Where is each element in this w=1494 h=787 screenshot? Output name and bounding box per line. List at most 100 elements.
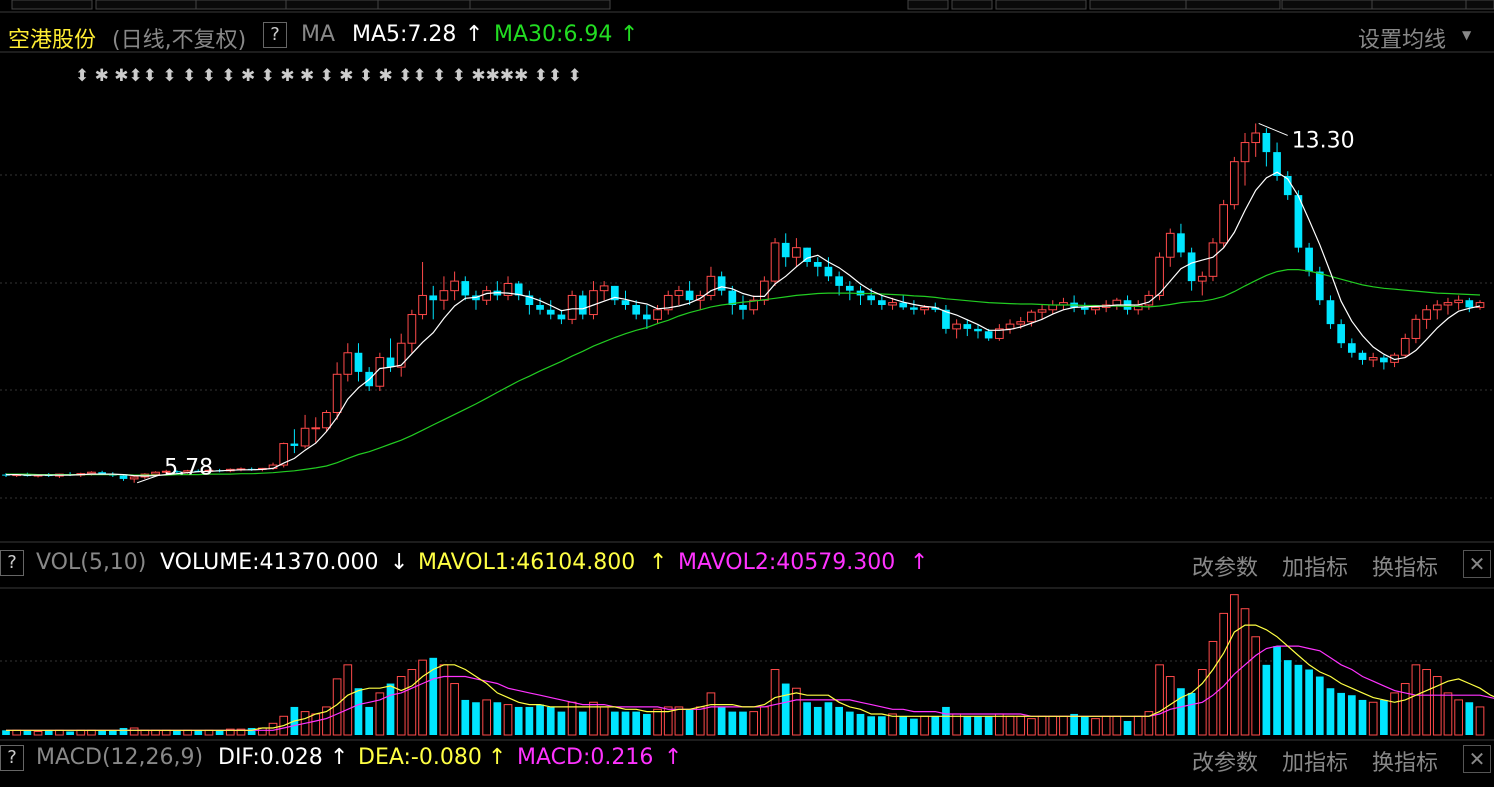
candle-body-down [632,305,641,315]
volume-bar-down [1283,660,1292,735]
volume-bar-up [706,692,716,736]
volume-bar-down [536,704,544,735]
volume-bar-down [910,718,918,735]
min-price-label: 5.78 [164,456,213,481]
candle-body-down [621,300,630,305]
volume-bar-up [1251,636,1261,736]
volume-bar-down [461,699,470,735]
candle-body-up [1016,321,1026,325]
volume-bar-up [33,730,43,736]
volume-bar-down [1305,669,1313,735]
chart-canvas[interactable]: ⬍ ✱ ✱⬍⬍ ⬍ ⬍ ⬍ ⬍ ✱ ⬍ ✱ ✱ ⬍ ✱ ⬍ ✱ ⬍⬍ ⬍ ⬍ ✱… [0,0,1494,787]
volume-bar-down [963,716,972,735]
volume-bar-up [1059,715,1068,736]
top-tab [951,0,993,10]
candle-body-down [717,276,726,291]
candle-body-down [963,324,972,329]
volume-bar-down [824,702,833,735]
candle-body-up [1400,337,1410,356]
volume-bar-up [418,659,427,736]
volume-bar-up [674,706,684,736]
candle-body-up [396,342,406,368]
volume-bar-down [942,706,950,735]
volume-bar-up [888,713,897,736]
volume-bar-down [878,716,886,735]
volume-bar-up [1027,718,1036,736]
volume-bar-up [161,729,171,736]
candle-body-up [1229,161,1239,206]
candle-body-down [1187,252,1196,282]
volume-bar-up [1411,664,1421,736]
volume-bar-down [1123,720,1132,735]
top-tab [195,0,287,10]
candle-body-up [300,427,310,447]
candle-body-up [450,280,459,292]
candle-body-up [1037,309,1047,313]
candle-body-down [643,314,651,320]
volume-bar-down [546,706,555,735]
volume-bar-down [472,702,480,735]
volume-bar-up [396,676,406,736]
volume-bar-down [557,711,566,735]
volume-bar-down [717,706,726,735]
top-tab [1281,0,1373,10]
volume-bar-down [2,730,10,735]
candle-body-up [888,302,897,306]
volume-bar-up [1454,699,1463,736]
volume-bar-down [493,702,502,735]
volume-bar-down [1326,688,1335,735]
candle-body-down [119,475,128,479]
candle-body-down [781,242,790,258]
volume-bar-down [621,711,630,735]
candle-body-up [1197,275,1207,282]
volume-bar-up [770,669,780,736]
volume-bar-down [215,730,224,735]
volume-bar-down [845,711,854,735]
volume-bar-up [183,729,192,736]
volume-bar-up [204,729,214,736]
candle-body-up [1368,357,1378,361]
candle-body-down [1337,324,1345,344]
candle-body-down [536,305,544,310]
volume-bar-up [1240,608,1250,736]
candle-body-up [599,285,609,292]
volume-bar-down [98,730,106,735]
volume-bar-up [952,713,961,736]
candle-body-down [386,357,395,368]
volume-bar-down [1380,699,1388,735]
candle-body-down [1080,307,1089,310]
candle-body-up [129,476,139,480]
top-tab [907,0,949,10]
volume-bar-down [578,711,587,735]
volume-bar-up [12,729,22,736]
volume-bar-down [835,706,843,735]
candle-body-down [1326,300,1335,325]
candle-body-up [792,247,801,258]
candle-body-up [1208,242,1218,277]
candle-body-down [1315,271,1324,301]
candle-body-down [867,295,876,301]
candle-body-up [770,242,780,282]
candle-body-up [1219,204,1228,244]
volume-bar-up [1155,664,1164,736]
volume-bar-down [1358,699,1367,735]
volume-bar-down [1347,695,1356,735]
volume-bar-up [450,683,459,736]
candle-body-down [813,262,822,267]
volume-bar-up [1101,715,1111,736]
top-tab [285,0,379,10]
volume-bar-up [1048,715,1058,736]
volume-bar-down [1080,716,1089,735]
top-tab [1185,0,1281,10]
candle-body-up [407,314,417,344]
candle-body-up [567,294,577,320]
candle-body-up [332,373,342,413]
candle-body-down [974,328,982,332]
candle-body-up [482,290,491,301]
volume-bar-up [1133,715,1143,736]
volume-bar-up [311,713,321,736]
event-markers[interactable]: ⬍ ✱ ✱⬍⬍ ⬍ ⬍ ⬍ ⬍ ✱ ⬍ ✱ ✱ ⬍ ✱ ⬍ ✱ ⬍⬍ ⬍ ⬍ ✱… [75,66,582,86]
candle-body-down [578,295,587,315]
volume-bar-up [695,706,705,736]
volume-bar-up [482,699,491,736]
